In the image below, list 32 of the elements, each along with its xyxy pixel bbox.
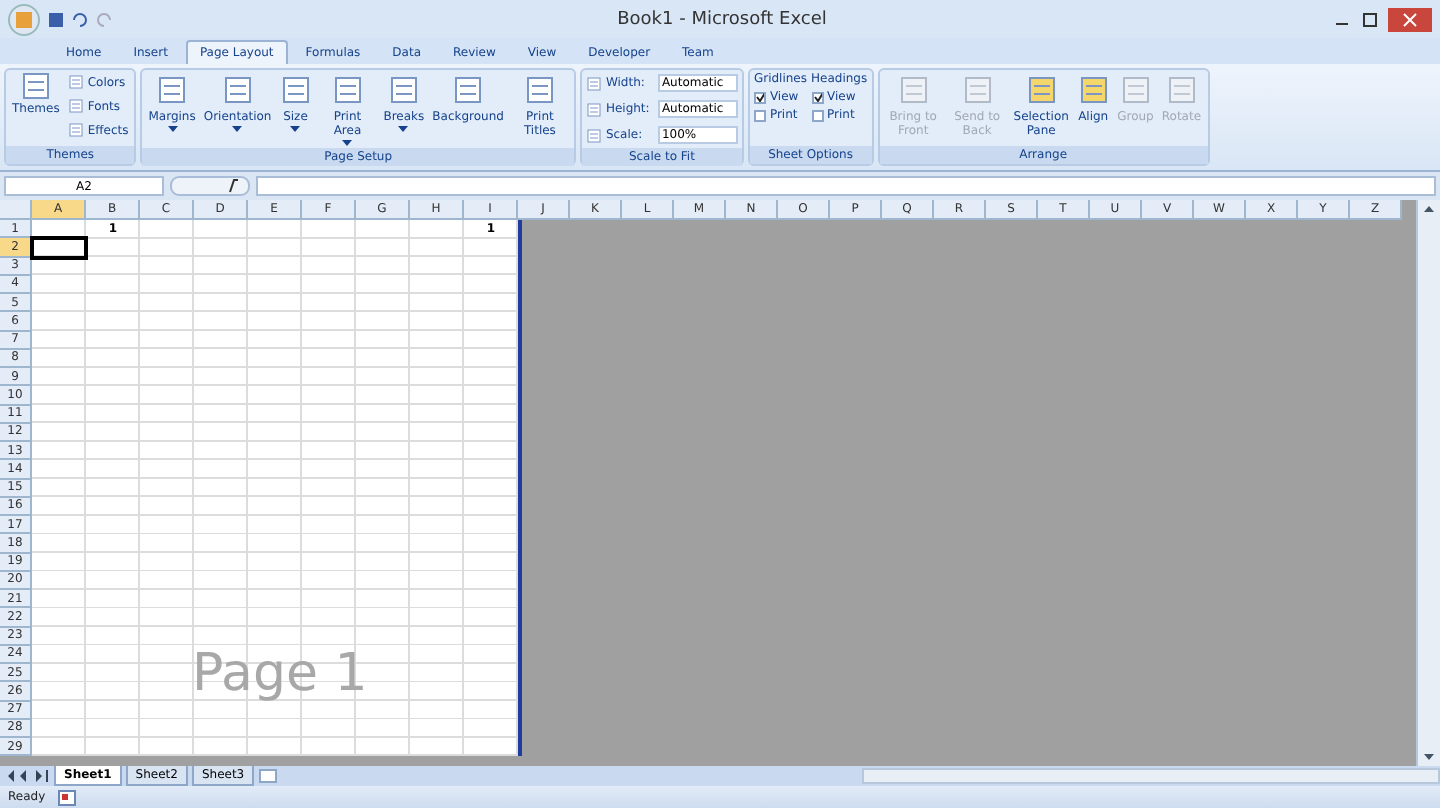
window-title: Book1 - Microsoft Excel: [615, 9, 829, 29]
scale-icon: [585, 75, 602, 91]
macro-record-icon[interactable]: [57, 789, 76, 805]
page-watermark: Page 1: [192, 644, 368, 704]
sheet-navigation-icon[interactable]: [6, 770, 50, 782]
formula-field[interactable]: [256, 176, 1436, 196]
save-icon[interactable]: [48, 11, 64, 27]
vertical-scrollbar[interactable]: [1416, 200, 1440, 766]
shapes-icon: [1025, 72, 1058, 108]
swatch-icon: [67, 74, 84, 90]
page-icon: [221, 72, 254, 108]
page-icon: [452, 72, 485, 108]
undo-icon[interactable]: [72, 11, 88, 27]
page-icon: [279, 72, 312, 108]
active-cell[interactable]: [30, 236, 88, 259]
maximize-icon[interactable]: [1360, 11, 1380, 27]
function-icon[interactable]: [170, 176, 250, 196]
horizontal-scrollbar[interactable]: [862, 768, 1440, 784]
page-icon: [156, 72, 189, 108]
swatch-icon: [67, 122, 84, 138]
page-icon: [523, 72, 556, 108]
check-icon: [755, 92, 764, 102]
swatch-icon: [67, 98, 84, 114]
page-icon: [331, 72, 364, 108]
scale-icon: [585, 101, 602, 117]
page-icon: [387, 72, 420, 108]
check-icon: [813, 92, 821, 102]
close-icon[interactable]: [1388, 7, 1432, 31]
scale-icon: [585, 127, 602, 143]
shapes-icon: [1077, 72, 1110, 108]
themes-icon: [19, 72, 52, 100]
redo-icon: [96, 11, 112, 27]
